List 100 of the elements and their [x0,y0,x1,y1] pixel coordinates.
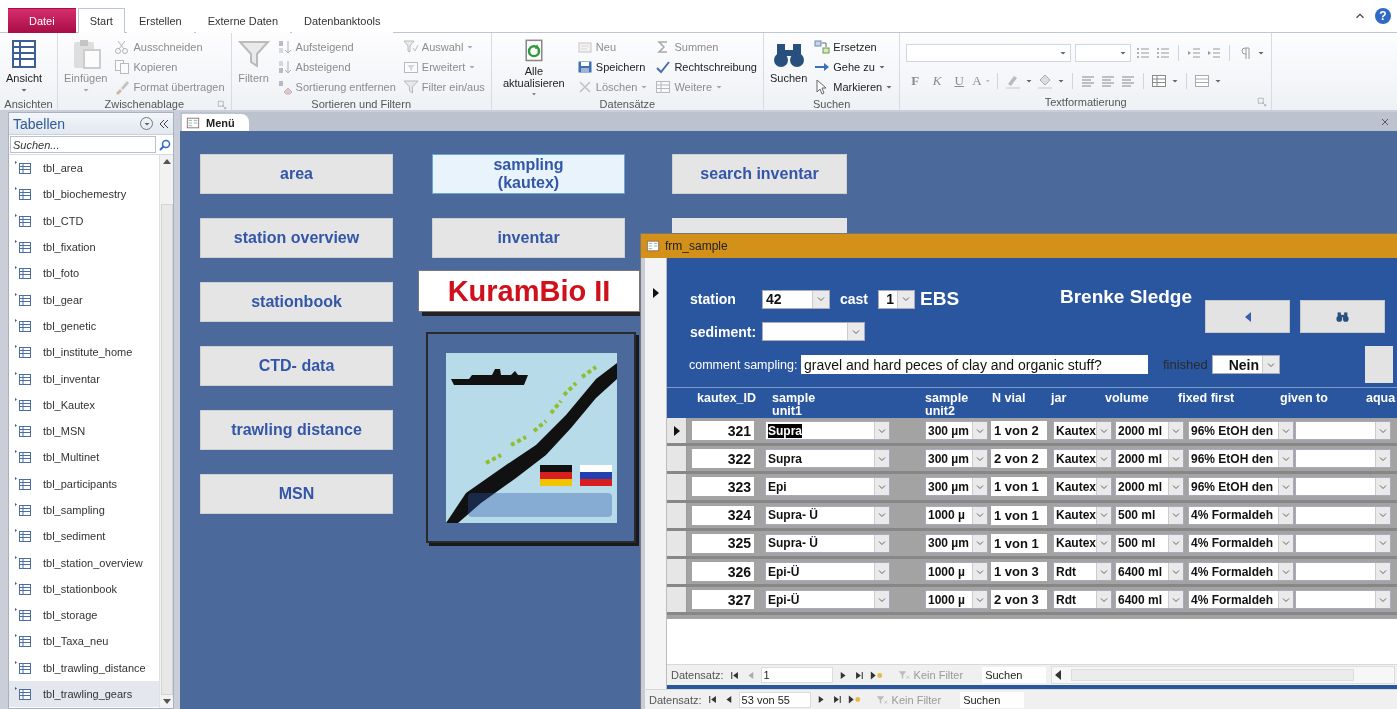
finished-field[interactable]: Nein [1212,355,1280,374]
search-button[interactable] [1300,300,1385,333]
ribbon-button[interactable]: Rechtschreibung [655,57,757,77]
dropdown-cell[interactable]: Kautex [1053,477,1112,497]
record-field[interactable]: 1 [760,667,833,683]
table-list-item[interactable]: tbl_institute_home [9,339,159,366]
table-list-item[interactable]: tbl_station_overview [9,549,159,576]
dropdown-cell[interactable]: Supra [765,421,890,441]
table-list-item[interactable]: tbl_trawling_distance [9,654,159,681]
dropdown-cell[interactable] [1295,505,1391,525]
cast-field[interactable]: 1 [878,289,915,309]
dropdown-cell[interactable]: 96% EtOH den [1188,449,1294,469]
comment-field[interactable]: gravel and hard peces of clay and organic stuff? [801,355,1148,374]
table-list-item[interactable]: tbl_Kautex [9,391,159,418]
dropdown-cell[interactable]: Epi-Ü [765,590,890,610]
ribbon-button[interactable]: Suchen [770,37,808,97]
dropdown-cell[interactable]: 2000 ml [1115,421,1184,441]
dropdown-cell[interactable]: 96% EtOH den [1188,477,1294,497]
ribbon-tab[interactable]: Datei [8,8,76,33]
dropdown-cell[interactable] [1295,562,1391,582]
dropdown-cell[interactable]: Epi [765,477,890,497]
dropdown-cell[interactable]: 2000 ml [1115,477,1184,497]
menu-button[interactable]: inventar [432,218,625,258]
table-list-item[interactable]: tbl_Taxa_neu [9,628,159,655]
ribbon-button[interactable]: Speichern [576,57,649,77]
ribbon-button[interactable]: Ersetzen [814,37,894,57]
dropdown-cell[interactable]: 4% Formaldeh [1188,590,1294,610]
dropdown-cell[interactable]: 4% Formaldeh [1188,505,1294,525]
dropdown-cell[interactable] [1295,449,1391,469]
menu-button[interactable]: station overview [200,218,393,258]
table-list-item[interactable]: tbl_participants [9,470,159,497]
dropdown-cell[interactable]: Rdt [1053,562,1112,582]
dropdown-cell[interactable]: 1000 µ [925,590,988,610]
previous-button[interactable] [1205,300,1290,333]
search-field[interactable]: Suchen [982,667,1047,683]
dropdown-cell[interactable]: 300 µm [925,477,988,497]
dropdown-cell[interactable] [1295,477,1391,497]
menu-button[interactable]: search inventar [672,154,847,194]
station-field[interactable]: 42 [762,289,830,309]
table-list-item[interactable]: tbl_sediment [9,523,159,550]
dropdown-cell[interactable]: Kautex [1053,505,1112,525]
dropdown-cell[interactable]: Rdt [1053,590,1112,610]
dropdown-cell[interactable]: Supra- Ü [765,533,890,553]
dropdown-cell[interactable]: 1000 µ [925,562,988,582]
dropdown-cell[interactable]: 4% Formaldeh [1188,533,1294,553]
scrollbar[interactable] [159,155,173,708]
table-list-item[interactable]: tbl_trawling_gears [9,680,159,708]
help-button[interactable]: ? [1375,8,1391,24]
scrollbar[interactable] [1051,666,1395,684]
dropdown-cell[interactable] [1295,533,1391,553]
sediment-field[interactable] [762,322,865,341]
table-list-item[interactable]: tbl_genetic [9,312,159,340]
dropdown-cell[interactable]: Supra [765,449,890,469]
table-list-item[interactable]: tbl_gear [9,286,159,313]
table-list-item[interactable]: tbl_foto [9,260,159,287]
table-list-item[interactable]: tbl_biochemestry [9,181,159,208]
dropdown-cell[interactable]: 1000 µ [925,505,988,525]
ribbon-button[interactable]: Ansicht [6,37,43,97]
dropdown-cell[interactable]: Supra- Ü [765,505,890,525]
dropdown-cell[interactable]: 96% EtOH den [1188,421,1294,441]
dropdown-cell[interactable]: 4% Formaldeh [1188,562,1294,582]
table-list-item[interactable]: tbl_fixation [9,233,159,261]
table-list-item[interactable]: tbl_MSN [9,417,159,445]
menu-button[interactable]: stationbook [200,282,393,322]
dropdown-cell[interactable]: Kautex [1053,421,1112,441]
dropdown-cell[interactable]: Epi-Ü [765,562,890,582]
font-field[interactable] [906,44,1072,62]
table-list-item[interactable]: tbl_storage [9,602,159,629]
menu-button[interactable]: area [200,154,393,194]
menu-button[interactable]: CTD- data [200,346,393,386]
menu-button[interactable]: MSN [200,474,393,514]
table-list-item[interactable]: tbl_sampling [9,496,159,524]
table-list-item[interactable]: tbl_stationbook [9,575,159,603]
ribbon-button[interactable]: Markieren [814,77,894,97]
dropdown-cell[interactable]: 500 ml [1115,505,1184,525]
menu-button[interactable]: trawling distance [200,410,393,450]
dropdown-cell[interactable] [1295,590,1391,610]
ribbon-button[interactable]: Gehe zu [814,57,894,77]
search-field[interactable]: Suchen [960,691,1025,708]
dropdown-cell[interactable]: 300 µm [925,421,988,441]
font-size-field[interactable] [1075,44,1132,62]
dropdown-cell[interactable]: 300 µm [925,533,988,553]
dropdown-cell[interactable]: 2000 ml [1115,449,1184,469]
table-list-item[interactable]: tbl_Multinet [9,444,159,471]
ribbon-tab[interactable]: Start [77,8,125,33]
dropdown-cell[interactable]: 6400 ml [1115,562,1184,582]
search-icon[interactable] [159,138,171,151]
record-field[interactable]: 53 von 55 [738,691,811,708]
dropdown-cell[interactable]: 300 µm [925,449,988,469]
table-list-item[interactable]: tbl_CTD [9,207,159,234]
row-selector[interactable] [667,418,687,444]
collapse-pane-icon[interactable] [159,118,169,129]
dropdown-cell[interactable]: 6400 ml [1115,590,1184,610]
search-field[interactable]: Suchen... [10,136,156,153]
table-list-item[interactable]: tbl_inventar [9,365,159,392]
table-list-item[interactable]: tbl_area [9,155,159,182]
dropdown-cell[interactable]: Kautex [1053,533,1112,553]
document-tab[interactable]: Menü [182,114,249,131]
ribbon-button[interactable]: Alle aktualisieren [497,37,570,97]
dropdown-cell[interactable]: Kautex [1053,449,1112,469]
